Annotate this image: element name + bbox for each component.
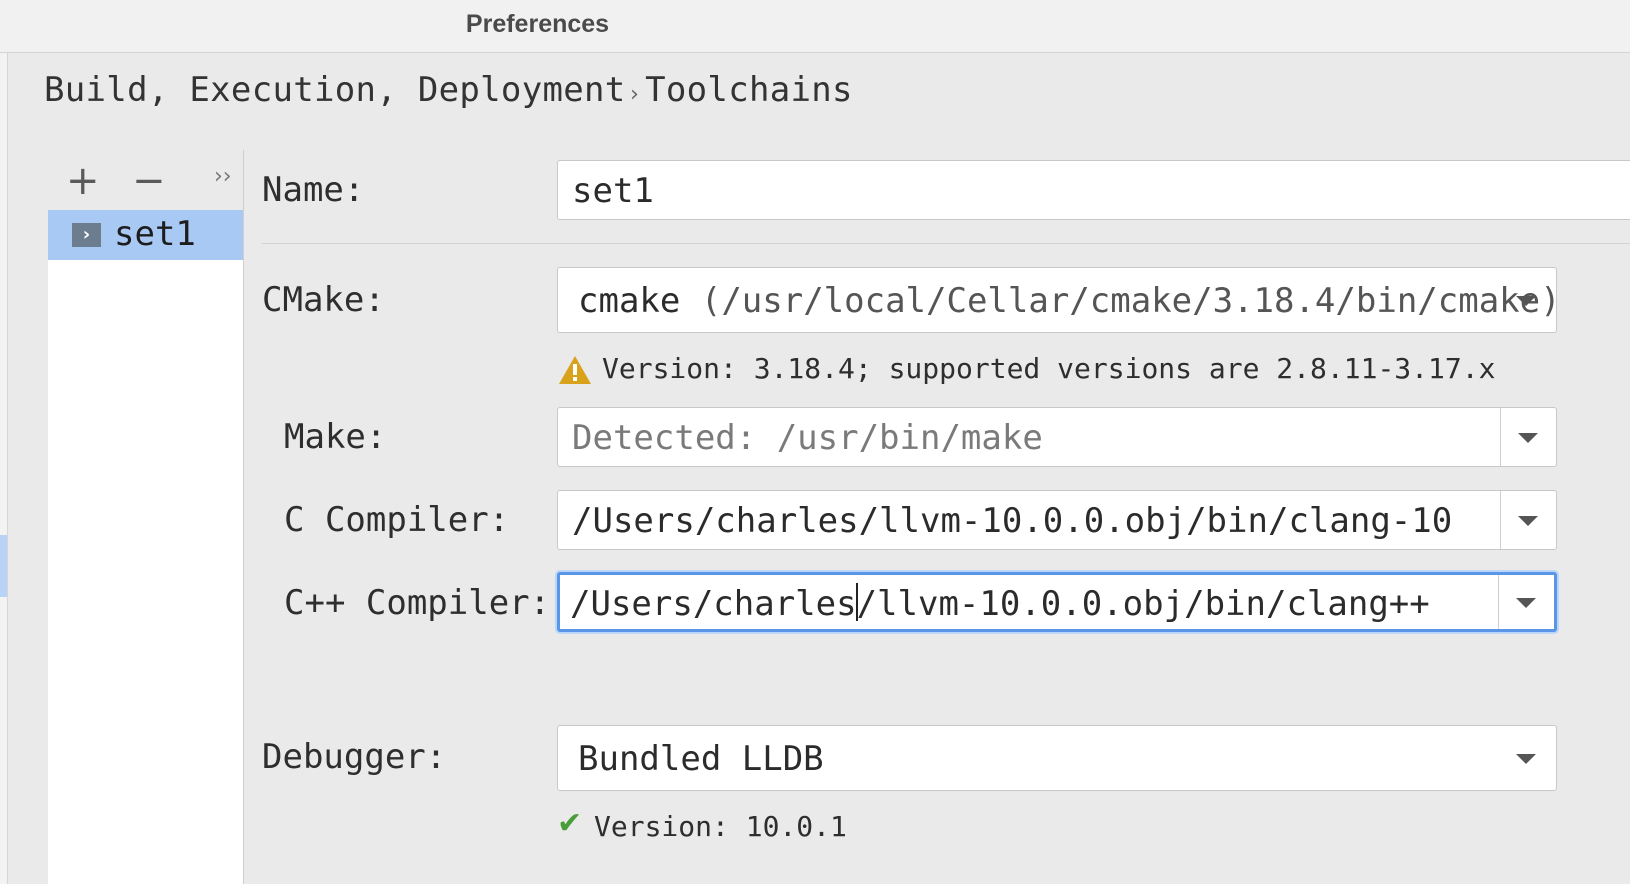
cpp-compiler-input[interactable]: /Users/charles/llvm-10.0.0.obj/bin/clang…: [557, 572, 1557, 632]
breadcrumb-parent[interactable]: Build, Execution, Deployment: [44, 70, 626, 110]
make-input-placeholder: Detected: /usr/bin/make: [572, 418, 1043, 458]
cmake-dropdown[interactable]: cmake (/usr/local/Cellar/cmake/3.18.4/bi…: [557, 267, 1557, 333]
category-tree-selection[interactable]: [0, 535, 7, 597]
window-title: Preferences: [465, 10, 610, 38]
c-compiler-dropdown-button[interactable]: [1500, 491, 1556, 549]
debugger-value: Bundled LLDB: [578, 739, 824, 779]
checkmark-icon: ✔: [557, 806, 583, 841]
toolchain-list-toolbar: + − ››: [48, 150, 243, 210]
chevron-down-icon: [1516, 296, 1536, 306]
title-bar: Preferences: [0, 0, 1630, 53]
cpp-compiler-dropdown-button[interactable]: [1498, 575, 1554, 629]
breadcrumb-separator: ›: [627, 82, 642, 107]
cpp-compiler-value-end: /llvm-10.0.0.obj/bin/clang++: [856, 584, 1430, 624]
add-toolchain-button[interactable]: +: [66, 158, 100, 204]
debugger-status: ✔ Version: 10.0.1: [557, 806, 847, 843]
name-input-value: set1: [572, 171, 654, 211]
remove-toolchain-button[interactable]: −: [132, 158, 166, 204]
toolchain-icon: ›: [72, 223, 101, 247]
name-label: Name:: [262, 170, 365, 210]
chevron-down-icon: [1516, 754, 1536, 764]
toolchain-list[interactable]: [48, 150, 244, 884]
separator: [262, 243, 1630, 244]
cmake-label: CMake:: [262, 280, 385, 320]
cmake-path: (/usr/local/Cellar/cmake/3.18.4/bin/cmak…: [700, 281, 1557, 321]
c-compiler-label: C Compiler:: [284, 500, 510, 540]
c-compiler-value: /Users/charles/llvm-10.0.0.obj/bin/clang…: [572, 501, 1453, 541]
cpp-compiler-value-start: /Users/charles: [570, 584, 857, 624]
chevron-down-icon: [1516, 598, 1536, 608]
more-actions-button[interactable]: ››: [214, 164, 232, 189]
warning-icon: [559, 356, 591, 384]
debugger-label: Debugger:: [262, 737, 447, 777]
make-input[interactable]: Detected: /usr/bin/make: [557, 407, 1557, 467]
c-compiler-input[interactable]: /Users/charles/llvm-10.0.0.obj/bin/clang…: [557, 490, 1557, 550]
debugger-dropdown[interactable]: Bundled LLDB: [557, 725, 1557, 791]
cmake-warning-text: Version: 3.18.4; supported versions are …: [602, 352, 1496, 385]
cmake-warning: Version: 3.18.4; supported versions are …: [557, 352, 1495, 385]
breadcrumb: Build, Execution, Deployment› Toolchains: [44, 70, 853, 110]
category-tree-edge: [0, 53, 8, 884]
chevron-down-icon: [1518, 433, 1538, 443]
name-input[interactable]: set1: [557, 160, 1630, 220]
make-label: Make:: [284, 417, 387, 457]
breadcrumb-current: Toolchains: [645, 70, 853, 110]
toolchain-name: set1: [114, 214, 196, 254]
make-dropdown-button[interactable]: [1500, 408, 1556, 466]
chevron-down-icon: [1518, 516, 1538, 526]
cpp-compiler-label: C++ Compiler:: [284, 583, 551, 623]
debugger-status-text: Version: 10.0.1: [594, 810, 847, 843]
toolchain-list-item[interactable]: › set1: [48, 210, 243, 260]
cmake-value: cmake: [578, 281, 681, 321]
